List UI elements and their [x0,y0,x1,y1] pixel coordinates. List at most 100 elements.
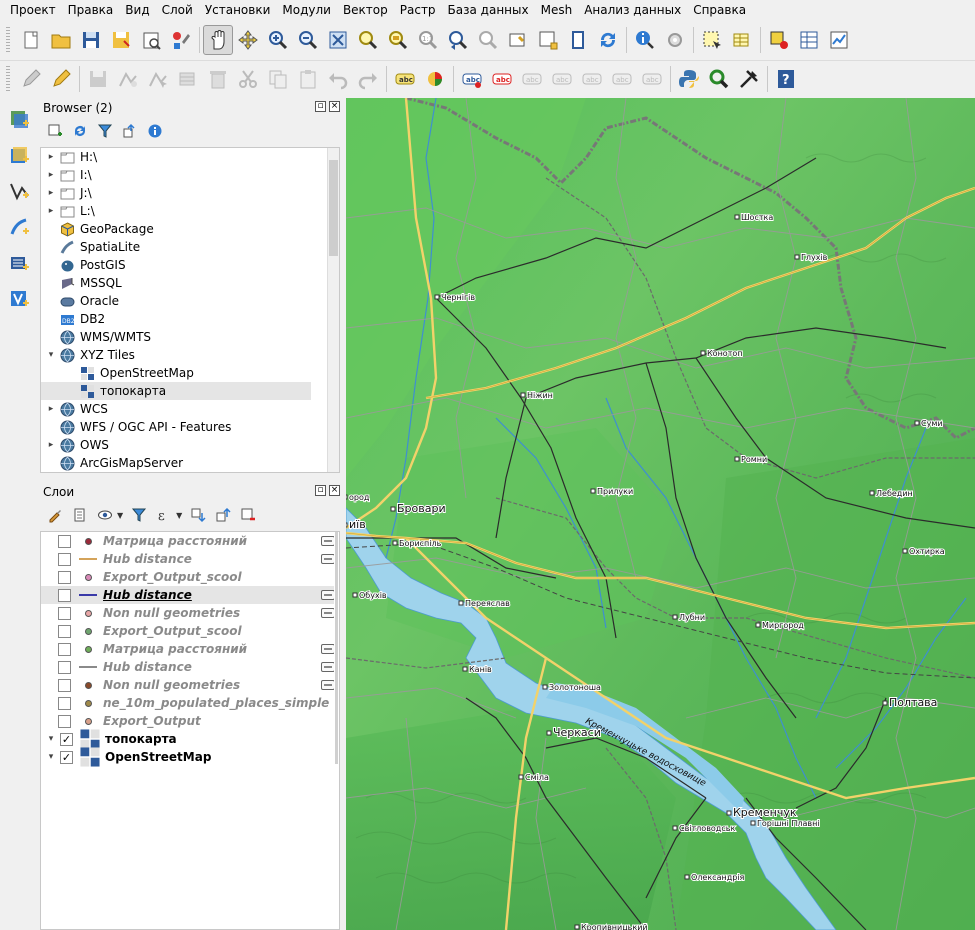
chevron-right-icon[interactable]: ▸ [45,170,57,180]
layer-visibility-checkbox[interactable]: ✓ [60,732,73,746]
layer-item[interactable]: Export_Output_scool [41,568,339,586]
filter-icon[interactable] [94,120,116,142]
layer-visibility-checkbox[interactable] [58,588,71,602]
digitize-icon[interactable] [113,64,143,94]
browser-item[interactable]: ▸ I:\ [41,166,339,184]
label-tool-icon[interactable]: abc [390,64,420,94]
map-canvas[interactable]: Кременчуцьке водосховище Шостка Глухів Чер… [346,98,975,930]
browser-item[interactable]: ▾ XYZ Tiles [41,346,339,364]
help-icon[interactable]: ? [771,64,801,94]
chevron-right-icon[interactable]: ▸ [45,188,57,198]
layer-visibility-checkbox[interactable] [58,606,71,620]
layer-item[interactable]: ne_10m_populated_places_simple [41,694,339,712]
zoom-native-icon[interactable]: 1:1 [413,25,443,55]
layer-item[interactable]: Non null geometries [41,676,339,694]
layer-item[interactable]: Матрица расстояний [41,532,339,550]
layer-item[interactable]: Non null geometries [41,604,339,622]
temporal-controller-icon[interactable] [563,25,593,55]
print-layout-icon[interactable] [136,25,166,55]
menu-item-9[interactable]: Mesh [535,0,579,20]
attribute-table-icon[interactable] [727,25,757,55]
manage-visibility-icon[interactable] [94,504,116,526]
menu-item-5[interactable]: Модули [276,0,337,20]
menu-item-7[interactable]: Растр [394,0,442,20]
chevron-down-icon[interactable]: ▾ [45,350,57,360]
edits-icon[interactable] [16,64,46,94]
menu-item-10[interactable]: Анализ данных [578,0,687,20]
menu-item-1[interactable]: Правка [62,0,120,20]
filter-indicator-icon[interactable] [321,680,335,690]
remove-layer-icon[interactable] [237,504,259,526]
save-project-icon[interactable] [76,25,106,55]
add-spatialite-icon[interactable] [4,248,34,278]
new-map-view-icon[interactable] [503,25,533,55]
layer-item[interactable]: Матрица расстояний [41,640,339,658]
close-panel-icon[interactable]: × [329,101,340,112]
menu-item-0[interactable]: Проект [4,0,62,20]
zoom-next-icon[interactable] [473,25,503,55]
float-panel-icon[interactable]: ▫ [315,101,326,112]
layer-visibility-checkbox[interactable] [58,678,71,692]
expand-all-icon[interactable] [187,504,209,526]
redo-icon[interactable] [353,64,383,94]
select-features-icon[interactable] [697,25,727,55]
browser-item[interactable]: ArcGisMapServer [41,454,339,472]
zoom-in-icon[interactable] [263,25,293,55]
open-attribute-table-icon[interactable] [794,25,824,55]
filter-indicator-icon[interactable] [321,536,335,546]
menu-item-8[interactable]: База данных [442,0,535,20]
chevron-down-icon[interactable]: ▼ [117,511,123,520]
browser-item[interactable]: Oracle [41,292,339,310]
float-panel-icon[interactable]: ▫ [315,485,326,496]
zoom-to-layer-icon[interactable] [383,25,413,55]
toolbar-grip[interactable] [6,65,10,92]
label-extra-icon[interactable]: abc [637,64,667,94]
layer-item[interactable]: Hub distance [41,550,339,568]
toggle-editing-icon[interactable] [46,64,76,94]
chevron-down-icon[interactable]: ▾ [45,734,57,744]
menu-item-3[interactable]: Слой [156,0,199,20]
layers-scroll-thumb[interactable] [335,532,338,764]
browser-item[interactable]: ▸ H:\ [41,148,339,166]
browser-scroll-thumb[interactable] [329,160,338,256]
close-panel-icon[interactable]: × [329,485,340,496]
filter-indicator-icon[interactable] [321,608,335,618]
save-as-icon[interactable] [106,25,136,55]
add-wms-icon[interactable] [4,140,34,170]
label-change-icon[interactable]: abc [607,64,637,94]
layers-tree[interactable]: Матрица расстояний Hub distance Export_Out… [40,531,340,930]
filter-indicator-icon[interactable] [321,644,335,654]
layer-visibility-checkbox[interactable] [58,696,71,710]
browser-item[interactable]: PostGIS [41,256,339,274]
menu-item-2[interactable]: Вид [119,0,155,20]
identify-icon[interactable] [630,25,660,55]
layer-visibility-checkbox[interactable] [58,714,71,728]
diagram-icon[interactable] [420,64,450,94]
style-manager-icon[interactable] [166,25,196,55]
zoom-processing-icon[interactable] [704,64,734,94]
label-pin-icon[interactable]: abc [457,64,487,94]
browser-item[interactable]: ▸ J:\ [41,184,339,202]
pan-to-selection-icon[interactable] [233,25,263,55]
open-project-icon[interactable] [46,25,76,55]
chevron-right-icon[interactable]: ▸ [45,404,57,414]
layer-visibility-checkbox[interactable] [58,534,71,548]
vertex-tool-icon[interactable] [143,64,173,94]
pan-hand-icon[interactable] [203,25,233,55]
browser-item[interactable]: WMS/WMTS [41,328,339,346]
toolbar-grip[interactable] [6,27,10,53]
browser-item[interactable]: MSSQL [41,274,339,292]
paste-features-icon[interactable] [293,64,323,94]
browser-item[interactable]: ▸ OWS [41,436,339,454]
zoom-last-icon[interactable] [443,25,473,55]
browser-item[interactable]: DB2 DB2 [41,310,339,328]
chevron-down-icon[interactable]: ▾ [45,752,57,762]
label-move-icon[interactable]: abc [547,64,577,94]
label-rotate-icon[interactable]: abc [577,64,607,94]
filter-legend-icon[interactable] [128,504,150,526]
layers-scrollbar[interactable] [334,532,339,929]
browser-item[interactable]: OpenStreetMap [41,364,339,382]
layer-item[interactable]: Export_Output_scool [41,622,339,640]
refresh-icon[interactable] [69,120,91,142]
chevron-right-icon[interactable]: ▸ [45,206,57,216]
